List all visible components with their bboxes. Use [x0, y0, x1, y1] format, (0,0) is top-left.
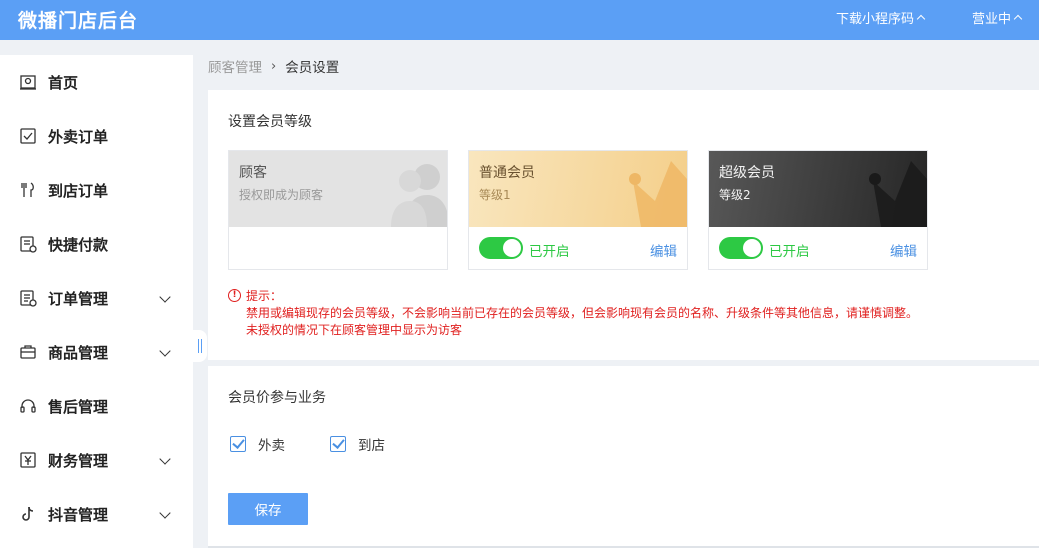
section-title: 设置会员等级	[228, 114, 312, 130]
level-card-normal: 普通会员 等级1 已开启 编辑	[468, 150, 688, 270]
sidebar-item-quick-pay[interactable]: 快捷付款	[0, 224, 193, 264]
chevron-up-icon	[916, 14, 926, 24]
tiktok-icon	[19, 505, 37, 523]
app-title: 微播门店后台	[18, 10, 139, 32]
sidebar-item-label: 财务管理	[48, 451, 109, 470]
chevron-down-icon	[159, 453, 171, 465]
sidebar-item-label: 抖音管理	[48, 505, 109, 524]
member-levels-panel: 设置会员等级 顾客 授权即成为顾客 普通会员 等级1 已开启 编辑 超级会员 等…	[208, 90, 1039, 360]
member-price-business-panel: 会员价参与业务 外卖 到店 保存	[208, 366, 1039, 546]
level-card-header: 顾客 授权即成为顾客	[229, 151, 447, 227]
download-qrcode-label: 下载小程序码	[836, 12, 915, 27]
breadcrumb-current: 会员设置	[285, 60, 340, 76]
toggle-knob	[503, 239, 521, 257]
business-status-label: 营业中	[972, 12, 1012, 27]
briefcase-icon	[19, 343, 37, 361]
breadcrumb-separator-icon: ›	[271, 58, 277, 74]
toggle-status-label: 已开启	[529, 244, 570, 260]
sidebar-item-after-sales[interactable]: 售后管理	[0, 386, 193, 426]
notice-title: 提示：	[246, 289, 283, 303]
chevron-down-icon	[159, 507, 171, 519]
breadcrumb-parent-link[interactable]: 顾客管理	[208, 56, 262, 76]
download-qrcode-menu[interactable]: 下载小程序码	[836, 8, 926, 27]
toggle-status-label: 已开启	[769, 244, 810, 260]
quick-pay-icon	[19, 235, 37, 253]
chevron-down-icon	[159, 291, 171, 303]
delivery-order-icon	[19, 127, 37, 145]
sidebar: 首页 外卖订单 到店订单 快捷付款 订单管理 商品管理 售后管理 财务管理 抖音…	[0, 55, 193, 548]
notice-line: 禁用或编辑现存的会员等级，不会影响当前已存在的会员等级，但会影响现有会员的名称、…	[246, 306, 919, 320]
headset-icon	[19, 397, 37, 415]
level-card-guest: 顾客 授权即成为顾客	[228, 150, 448, 270]
sidebar-item-order-management[interactable]: 订单管理	[0, 278, 193, 318]
checkbox-checked-icon	[330, 436, 346, 452]
yuan-icon	[19, 451, 37, 469]
business-status-menu[interactable]: 营业中	[972, 8, 1023, 27]
edit-level-link[interactable]: 编辑	[650, 240, 677, 260]
sidebar-item-product-management[interactable]: 商品管理	[0, 332, 193, 372]
checkbox-checked-icon	[230, 436, 246, 452]
notice-line: 未授权的情况下在顾客管理中显示为访客	[246, 323, 463, 337]
sidebar-item-finance-management[interactable]: 财务管理	[0, 440, 193, 480]
sidebar-item-delivery-orders[interactable]: 外卖订单	[0, 116, 193, 156]
order-list-icon	[19, 289, 37, 307]
sidebar-item-label: 售后管理	[48, 397, 109, 416]
sidebar-item-label: 快捷付款	[48, 235, 109, 254]
sidebar-item-douyin-management[interactable]: 抖音管理	[0, 494, 193, 534]
level-card-super: 超级会员 等级2 已开启 编辑	[708, 150, 928, 270]
section-title: 会员价参与业务	[228, 390, 326, 406]
sidebar-item-home[interactable]: 首页	[0, 62, 193, 102]
chevron-up-icon	[1013, 14, 1023, 24]
checkbox-label: 外卖	[258, 438, 285, 454]
sidebar-item-label: 商品管理	[48, 343, 109, 362]
checkbox-label: 到店	[358, 438, 385, 454]
top-bar: 微播门店后台 下载小程序码 营业中	[0, 0, 1039, 40]
chevron-down-icon	[159, 345, 171, 357]
level-enable-toggle[interactable]	[479, 237, 523, 259]
users-icon	[391, 164, 447, 227]
save-button[interactable]: 保存	[228, 493, 308, 525]
level-subtitle: 授权即成为顾客	[239, 188, 324, 202]
level-card-header: 普通会员 等级1	[469, 151, 687, 227]
sidebar-item-label: 首页	[48, 73, 79, 92]
level-enable-toggle[interactable]	[719, 237, 763, 259]
level-subtitle: 等级2	[719, 188, 751, 202]
level-name: 超级会员	[719, 165, 775, 181]
warning-icon: !	[228, 289, 241, 302]
sidebar-item-label: 到店订单	[48, 181, 109, 200]
sidebar-item-label: 外卖订单	[48, 127, 109, 146]
collapse-grip-icon	[198, 339, 202, 353]
sidebar-collapse-handle[interactable]	[193, 330, 207, 362]
level-subtitle: 等级1	[479, 188, 511, 202]
breadcrumb: 顾客管理 › 会员设置	[208, 56, 340, 77]
business-option-dinein[interactable]: 到店	[330, 434, 385, 454]
dining-icon	[19, 181, 37, 199]
home-icon	[19, 73, 37, 91]
edit-level-link[interactable]: 编辑	[890, 240, 917, 260]
business-option-delivery[interactable]: 外卖	[230, 434, 285, 454]
level-name: 普通会员	[479, 165, 535, 181]
sidebar-item-dinein-orders[interactable]: 到店订单	[0, 170, 193, 210]
crown-icon	[629, 161, 687, 227]
sidebar-item-label: 订单管理	[48, 289, 109, 308]
level-card-header: 超级会员 等级2	[709, 151, 927, 227]
toggle-knob	[743, 239, 761, 257]
level-name: 顾客	[239, 165, 267, 181]
crown-icon	[869, 161, 927, 227]
